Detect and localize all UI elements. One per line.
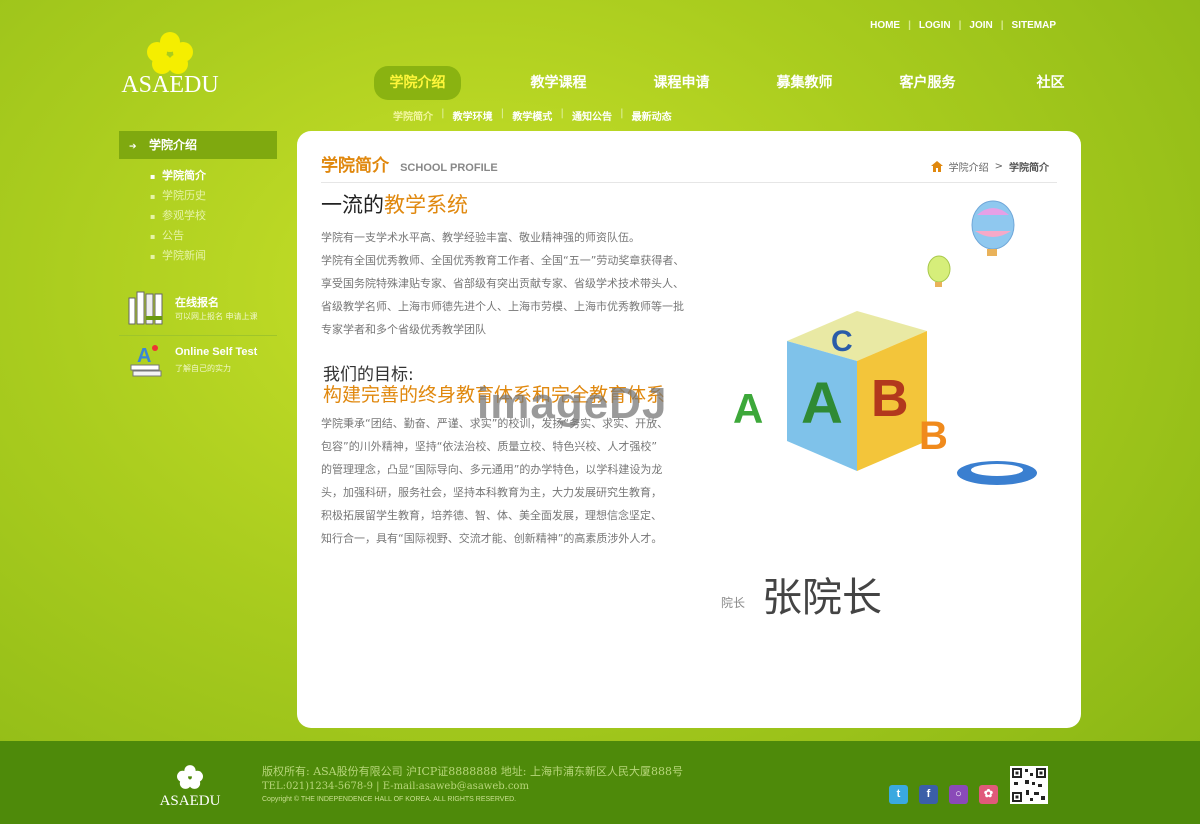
flower-logo-icon [177,765,203,789]
svg-text:A: A [801,371,843,436]
social-links: t f ○ ✿ [889,785,998,804]
page-title: 学院简介 [321,156,389,176]
blog-icon[interactable]: ○ [949,785,968,804]
subnav-notice[interactable]: 通知公告 [564,108,620,123]
footer: ASAEDU 版权所有: ASA股份有限公司 沪ICP证8888888 地址: … [0,741,1200,824]
books-icon [128,291,163,325]
footer-copyright: 版权所有: ASA股份有限公司 沪ICP证8888888 地址: 上海市浦东新区… [262,765,683,778]
sidebar-item-profile[interactable]: ▪ 学院简介 [150,166,206,186]
section-heading: 一流的教学系统 [321,193,468,217]
sidebar-list: ▪ 学院简介 ▪ 学院历史 ▪ 参观学校 ▪ 公告 ▪ 学院新闻 [150,166,206,266]
sidebar-title[interactable]: ➔ 学院介绍 [119,131,277,159]
panel-header: 学院简介 SCHOOL PROFILE 学院介绍 > 学院简介 [321,151,1057,183]
bullet-icon: ▪ [150,192,156,201]
bullet-icon: ▪ [150,232,156,241]
footer-info: 版权所有: ASA股份有限公司 沪ICP证8888888 地址: 上海市浦东新区… [262,763,683,803]
site-logo[interactable]: ASAEDU [120,32,220,99]
qr-code-icon [1010,766,1048,804]
login-link[interactable]: LOGIN [911,20,959,31]
footer-logo[interactable]: ASAEDU [155,765,225,810]
abc-blocks-illustration: A B C A B [733,200,1037,485]
subnav-news[interactable]: 最新动态 [624,108,680,123]
subnav-environment[interactable]: 教学环境 [445,108,501,123]
sidebar-item-visit[interactable]: ▪ 参观学校 [150,206,206,226]
bullet-icon: ▪ [150,212,156,221]
twitter-icon[interactable]: t [889,785,908,804]
svg-text:A: A [733,385,763,432]
nav-item-service[interactable]: 客户服务 [866,66,989,100]
sitemap-link[interactable]: SITEMAP [1004,20,1064,31]
home-link[interactable]: HOME [862,20,908,31]
svg-text:A: A [137,345,151,367]
flower-logo-icon [147,32,193,74]
sidebar-item-history[interactable]: ▪ 学院历史 [150,186,206,206]
signature-label: 院长 [721,596,746,610]
watermark-text: imageDJ [477,379,668,428]
bullet-icon: ▪ [150,172,156,181]
footer-contact: TEL:021)1234-5678-9 | E-mail:asaweb@asaw… [262,781,529,792]
nav-item-teachers[interactable]: 募集教师 [743,66,866,100]
footer-logo-text: ASAEDU [159,793,221,809]
svg-text:B: B [919,414,948,458]
test-books-icon: A [130,345,162,377]
svg-text:B: B [871,370,909,428]
nav-item-community[interactable]: 社区 [989,66,1112,100]
page-title-en: SCHOOL PROFILE [400,162,498,174]
signature-name: 张院长 [762,575,882,621]
sidebar-item-notice[interactable]: ▪ 公告 [150,226,206,246]
subnav-profile[interactable]: 学院简介 [385,108,441,123]
sidebar-item-news[interactable]: ▪ 学院新闻 [150,246,206,266]
nav-item-apply[interactable]: 课程申请 [620,66,743,100]
weibo-icon[interactable]: ✿ [979,785,998,804]
nav-item-courses[interactable]: 教学课程 [497,66,620,100]
self-test-desc: 了解自己的实力 [175,364,231,373]
intro-paragraph: 学院有一支学术水平高、教学经验丰富、敬业精神强的师资队伍。 学院有全国优秀教师、… [321,231,685,336]
arrow-right-icon: ➔ [129,142,137,152]
nav-item-about[interactable]: 学院介绍 [374,66,461,100]
content-panel: 学院简介 SCHOOL PROFILE 学院介绍 > 学院简介 一流的教学系统 … [297,131,1081,728]
top-links: HOME | LOGIN | JOIN | SITEMAP [862,20,1064,31]
sub-nav: 学院简介 | 教学环境 | 教学模式 | 通知公告 | 最新动态 [385,108,680,123]
home-icon [930,161,943,172]
footer-rights: Copyright © THE INDEPENDENCE HALL OF KOR… [262,796,517,803]
subnav-mode[interactable]: 教学模式 [504,108,560,123]
register-title: 在线报名 [175,296,219,309]
online-register-box[interactable]: 在线报名 可以网上报名 申请上课 [119,286,277,336]
register-desc: 可以网上报名 申请上课 [175,312,258,321]
join-link[interactable]: JOIN [961,20,1000,31]
logo-text: ASAEDU [121,72,219,98]
main-nav: 学院介绍 教学课程 课程申请 募集教师 客户服务 社区 [374,66,1112,100]
mission-paragraph: 学院秉承“团结、勤奋、严谨、求实”的校训，发扬“务实、求实、开放、 包容”的川外… [321,417,669,545]
bullet-icon: ▪ [150,252,156,261]
self-test-box[interactable]: A Online Self Test 了解自己的实力 [119,338,277,388]
breadcrumb-current: 学院简介 [1009,163,1049,174]
breadcrumb-parent[interactable]: 学院介绍 [949,159,989,174]
breadcrumb: 学院介绍 > 学院简介 [930,159,1049,174]
facebook-icon[interactable]: f [919,785,938,804]
self-test-title: Online Self Test [175,346,258,358]
svg-text:C: C [831,325,853,358]
